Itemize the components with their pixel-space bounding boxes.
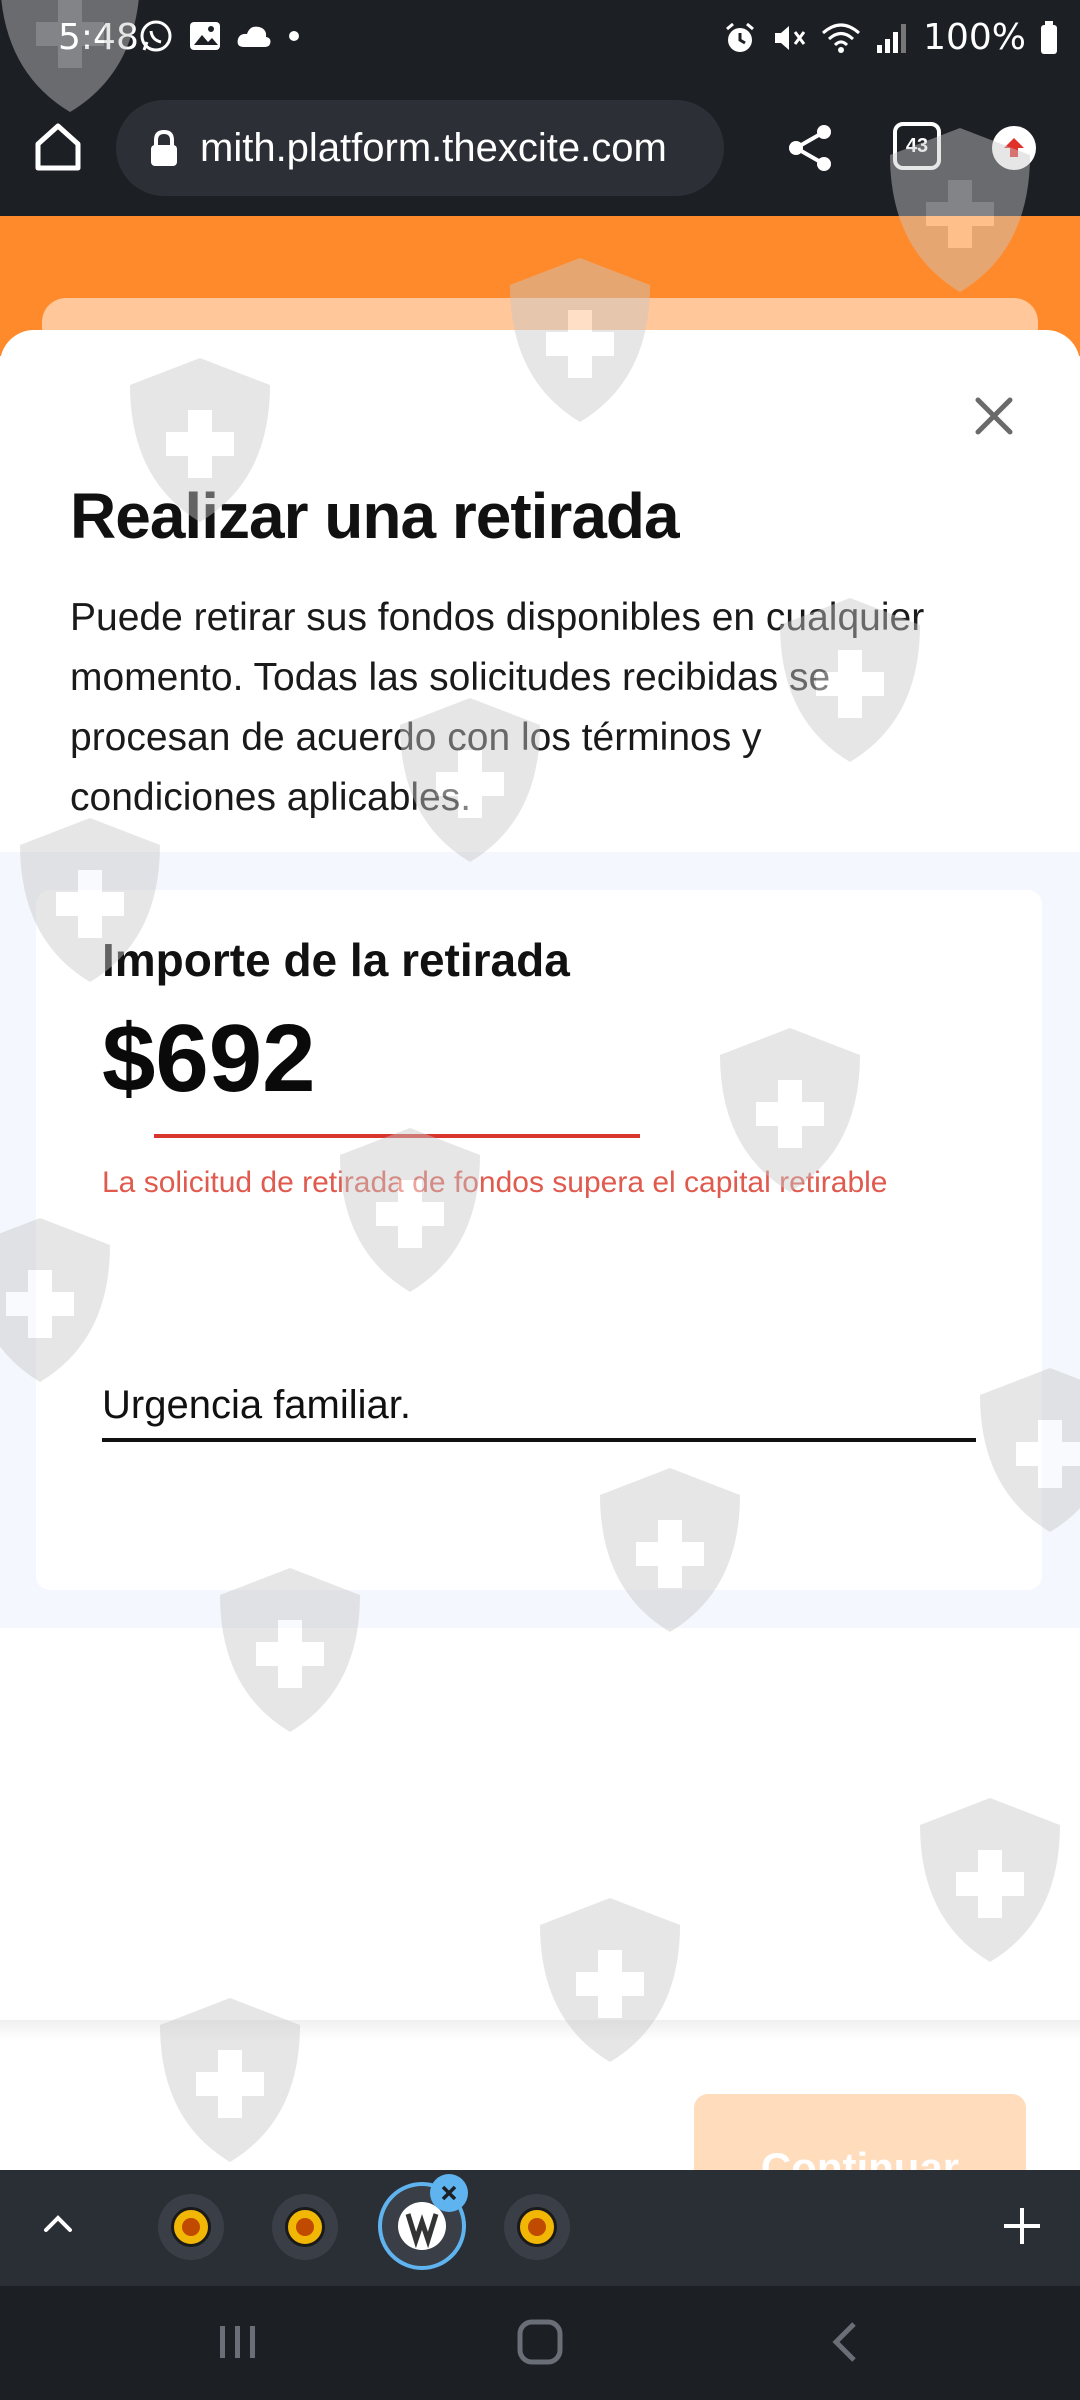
amount-error-message: La solicitud de retirada de fondos super… bbox=[102, 1166, 888, 1199]
status-bar: 5:48 100% bbox=[0, 0, 1080, 80]
site-favicon-icon bbox=[171, 2207, 211, 2247]
site-favicon-icon bbox=[285, 2207, 325, 2247]
upload-button[interactable] bbox=[992, 126, 1036, 170]
withdrawal-modal: Realizar una retirada Puede retirar sus … bbox=[0, 330, 1080, 2170]
lock-icon bbox=[151, 129, 177, 166]
share-icon[interactable] bbox=[782, 120, 838, 176]
tab-strip bbox=[0, 2170, 1080, 2286]
withdrawal-form-card bbox=[36, 890, 1042, 1590]
web-page: Realizar una retirada Puede retirar sus … bbox=[0, 216, 1080, 2170]
system-navigation-bar bbox=[0, 2286, 1080, 2400]
status-time: 5:48 bbox=[58, 17, 139, 58]
signal-icon bbox=[877, 24, 907, 53]
tab-count: 43 bbox=[905, 134, 929, 157]
browser-toolbar: mith.platform.thexcite.com 43 bbox=[0, 80, 1080, 216]
modal-title: Realizar una retirada bbox=[70, 480, 680, 552]
home-nav-icon[interactable] bbox=[514, 2316, 566, 2368]
url-text: mith.platform.thexcite.com bbox=[200, 126, 667, 170]
tab-thumbnail[interactable] bbox=[272, 2194, 338, 2260]
amount-label: Importe de la retirada bbox=[102, 934, 570, 986]
whatsapp-icon bbox=[140, 20, 172, 52]
alarm-icon bbox=[726, 22, 755, 52]
dot-icon bbox=[289, 31, 299, 41]
chevron-up-icon[interactable] bbox=[34, 2200, 82, 2248]
address-bar[interactable]: mith.platform.thexcite.com bbox=[116, 100, 724, 196]
upload-arrow-icon bbox=[1004, 138, 1024, 157]
site-favicon-icon bbox=[517, 2207, 557, 2247]
close-tab-button[interactable] bbox=[430, 2174, 468, 2212]
tab-count-button[interactable]: 43 bbox=[893, 122, 941, 170]
continue-button[interactable]: Continuar bbox=[694, 2094, 1026, 2170]
close-icon[interactable] bbox=[966, 388, 1022, 444]
recent-apps-icon[interactable] bbox=[214, 2318, 262, 2366]
tab-thumbnail[interactable] bbox=[504, 2194, 570, 2260]
back-icon[interactable] bbox=[820, 2316, 872, 2368]
battery-percentage: 100% bbox=[923, 17, 1026, 58]
close-icon bbox=[441, 2185, 457, 2201]
home-button[interactable] bbox=[28, 116, 88, 176]
amount-input[interactable]: $692 bbox=[102, 1004, 316, 1114]
reason-input[interactable] bbox=[102, 1372, 976, 1442]
plus-icon[interactable] bbox=[1000, 2204, 1044, 2248]
wifi-icon bbox=[822, 23, 861, 53]
tab-thumbnail[interactable] bbox=[158, 2194, 224, 2260]
battery-icon bbox=[1041, 21, 1057, 54]
gallery-icon bbox=[190, 22, 220, 50]
amount-error-underline bbox=[154, 1134, 640, 1138]
modal-description: Puede retirar sus fondos disponibles en … bbox=[70, 596, 925, 819]
cloud-icon bbox=[237, 26, 271, 47]
mute-icon bbox=[775, 26, 806, 50]
